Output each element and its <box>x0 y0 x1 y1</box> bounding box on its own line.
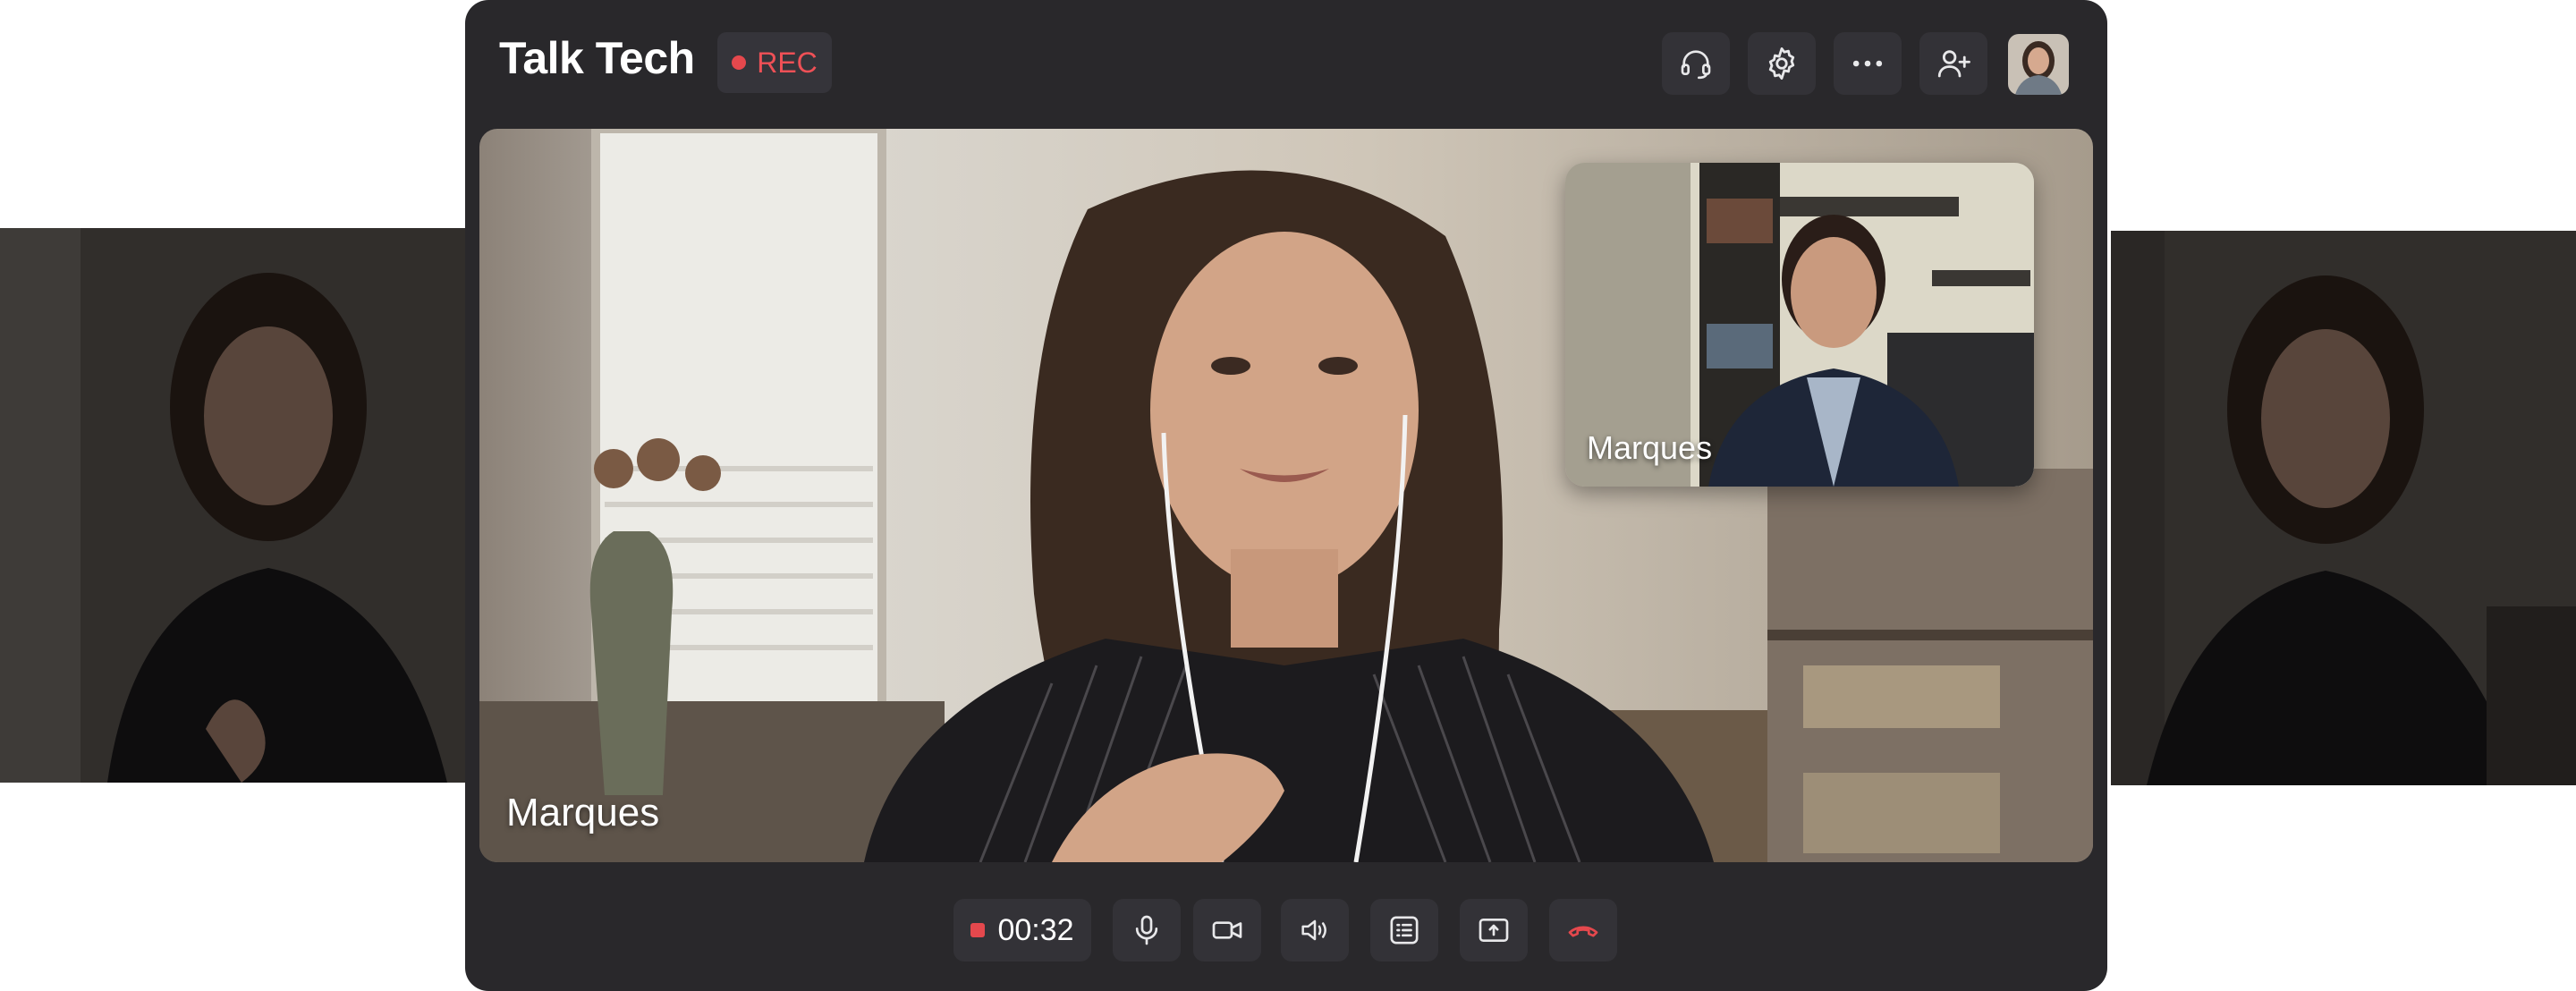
share-screen-button[interactable] <box>1460 899 1528 961</box>
video-camera-icon <box>1212 921 1242 939</box>
call-controls-bar: 00:32 <box>465 899 2107 961</box>
app-title: Talk Tech <box>499 33 695 83</box>
settings-button[interactable] <box>1748 32 1816 95</box>
main-participant-name: Marques <box>506 791 660 834</box>
recording-indicator-icon <box>970 923 986 937</box>
user-plus-icon <box>1937 50 1970 78</box>
self-view-video[interactable]: Marques <box>1565 163 2034 487</box>
right-preview-overlay <box>2111 231 2576 785</box>
left-video-preview <box>0 228 465 783</box>
main-video-stage: Marques Marques <box>479 129 2093 862</box>
share-screen-icon <box>1479 919 1509 942</box>
self-view-name: Marques <box>1587 429 1713 466</box>
call-duration: 00:32 <box>997 912 1074 947</box>
end-call-button[interactable] <box>1549 899 1617 961</box>
gear-icon <box>1768 47 1795 80</box>
right-video-preview <box>2111 231 2576 785</box>
add-participant-button[interactable] <box>1919 32 1987 95</box>
microphone-icon <box>1135 915 1158 945</box>
user-avatar[interactable] <box>2008 34 2069 95</box>
speaker-button[interactable] <box>1281 899 1349 961</box>
list-icon <box>1390 916 1419 944</box>
microphone-button[interactable] <box>1113 899 1181 961</box>
phone-hangup-icon <box>1568 926 1598 937</box>
more-horizontal-icon <box>1852 60 1883 67</box>
more-button[interactable] <box>1834 32 1902 95</box>
video-call-window: Talk Tech REC Marques Marques 00:32 <box>465 0 2107 991</box>
avatar-image <box>2008 34 2069 95</box>
recording-label: REC <box>757 46 818 79</box>
left-preview-overlay <box>0 228 465 783</box>
recording-badge: REC <box>717 32 832 93</box>
recording-dot-icon <box>732 55 747 70</box>
call-timer: 00:32 <box>953 899 1091 961</box>
speaker-icon <box>1301 919 1326 941</box>
headset-icon <box>1681 50 1711 80</box>
camera-button[interactable] <box>1193 899 1261 961</box>
chat-list-button[interactable] <box>1370 899 1438 961</box>
headset-button[interactable] <box>1662 32 1730 95</box>
